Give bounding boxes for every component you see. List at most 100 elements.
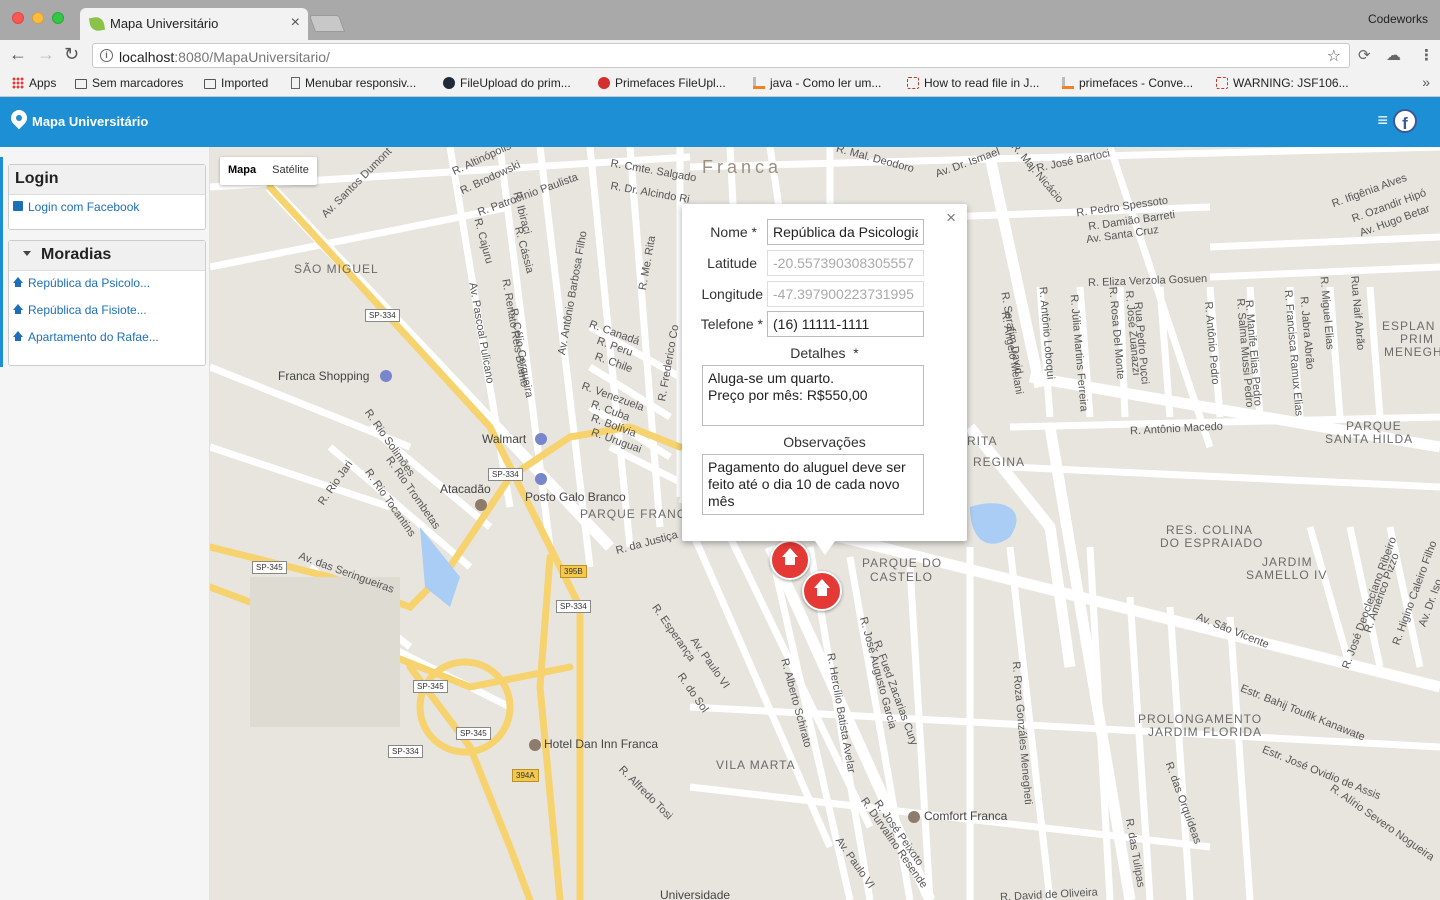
- sync-extension-icon[interactable]: ⟳: [1358, 46, 1371, 64]
- leaf-favicon-icon: [88, 15, 106, 33]
- cloud-extension-icon[interactable]: ☁: [1386, 46, 1401, 64]
- address-bar[interactable]: i localhost:8080/MapaUniversitario/ ☆: [92, 43, 1350, 68]
- route-shield: 395B: [560, 565, 587, 578]
- chrome-menu-icon[interactable]: ⋮: [1419, 46, 1434, 64]
- folder-icon: [204, 79, 216, 89]
- latitude-label: Latitude: [707, 255, 757, 271]
- map-poi-label[interactable]: Comfort Franca: [924, 809, 1007, 823]
- fuel-icon: [535, 473, 547, 485]
- longitude-input: [767, 281, 924, 307]
- browser-toolbar: ← → ↻ i localhost:8080/MapaUniversitario…: [0, 40, 1440, 70]
- moradia-label: Apartamento do Rafae...: [28, 330, 159, 344]
- bookmark-label: Sem marcadores: [92, 76, 184, 90]
- bookmark-label: Imported: [221, 76, 269, 90]
- bookmarks-overflow-icon[interactable]: »: [1422, 74, 1430, 90]
- longitude-row: Longitude: [682, 281, 967, 307]
- bookmark-item[interactable]: Imported: [204, 76, 268, 90]
- nome-input[interactable]: [767, 219, 924, 245]
- bookmark-item[interactable]: java - Como ler um...: [753, 76, 881, 90]
- shopping-icon: [380, 370, 392, 382]
- detalhes-textarea[interactable]: Aluga-se um quarto. Preço por mês: R$550…: [702, 365, 924, 426]
- moradia-link[interactable]: República da Fisiote...: [9, 298, 205, 325]
- map-label-district: JARDIM FLORIDA: [1148, 725, 1263, 739]
- browser-tab-active[interactable]: Mapa Universitário ×: [80, 8, 308, 40]
- map-label-district: ESPLAN: [1382, 319, 1436, 333]
- bookmark-label: java - Como ler um...: [770, 76, 882, 90]
- bookmark-item[interactable]: FileUpload do prim...: [443, 76, 571, 90]
- route-shield: SP-345: [252, 561, 287, 574]
- moradia-label: República da Fisiote...: [28, 303, 147, 317]
- moradia-link[interactable]: República da Psicolo...: [9, 271, 205, 298]
- app-brand[interactable]: Mapa Universitário: [32, 114, 148, 129]
- minimize-window-button[interactable]: [32, 12, 44, 24]
- bookmark-item[interactable]: WARNING: JSF106...: [1216, 76, 1349, 90]
- house-marker-icon[interactable]: [770, 540, 810, 580]
- reload-icon[interactable]: ↻: [64, 44, 79, 64]
- home-icon: [13, 304, 23, 314]
- apps-icon: [12, 77, 24, 89]
- map-poi-label[interactable]: Atacadão: [440, 482, 491, 496]
- moradias-header[interactable]: Moradias: [9, 241, 205, 271]
- route-shield: SP-334: [365, 309, 400, 322]
- map-label-district: SANTA HILDA: [1325, 432, 1414, 446]
- map-poi-label[interactable]: Franca Shopping: [278, 369, 369, 383]
- map-poi-label[interactable]: Posto Galo Branco: [525, 490, 626, 504]
- route-shield: SP-345: [456, 727, 491, 740]
- map-label-city: Franca: [702, 157, 783, 177]
- close-window-button[interactable]: [12, 12, 24, 24]
- map-label-district: VILA MARTA: [716, 758, 796, 772]
- nome-label: Nome *: [710, 224, 757, 240]
- map-poi-label[interactable]: Walmart: [482, 432, 526, 446]
- bookmark-item[interactable]: Apps: [12, 76, 56, 90]
- login-facebook-label: Login com Facebook: [28, 200, 140, 214]
- bookmark-item[interactable]: How to read file in J...: [907, 76, 1039, 90]
- facebook-icon: [13, 201, 23, 211]
- observacoes-textarea[interactable]: Pagamento do aluguel deve ser feito até …: [702, 454, 924, 515]
- bookmark-star-icon[interactable]: ☆: [1327, 46, 1341, 66]
- map-label-district: REGINA: [973, 455, 1026, 469]
- site-info-icon[interactable]: i: [100, 49, 113, 62]
- login-title: Login: [9, 165, 205, 195]
- bookmark-item[interactable]: Menubar responsiv...: [291, 76, 416, 90]
- hamburger-menu-icon[interactable]: ≡: [1377, 110, 1388, 131]
- login-facebook-link[interactable]: Login com Facebook: [9, 195, 205, 222]
- tab-close-icon[interactable]: ×: [291, 14, 300, 32]
- home-icon: [13, 331, 23, 341]
- url-text[interactable]: localhost:8080/MapaUniversitario/: [119, 49, 330, 65]
- new-tab-button[interactable]: [308, 15, 346, 32]
- maximize-window-button[interactable]: [52, 12, 64, 24]
- folder-icon: [75, 79, 87, 89]
- bookmark-label: How to read file in J...: [924, 76, 1040, 90]
- stackoverflow-icon: [753, 77, 765, 89]
- map-type-mapa-button[interactable]: Mapa: [220, 157, 264, 185]
- forward-arrow-icon[interactable]: →: [37, 44, 55, 64]
- latitude-input: [767, 250, 924, 276]
- map-label-district: RES. COLINA: [1166, 523, 1254, 537]
- bookmark-item[interactable]: primefaces - Conve...: [1062, 76, 1193, 90]
- shopping-cart-icon: [535, 433, 547, 445]
- map-label-district: CASTELO: [870, 570, 934, 584]
- map-label-district: RITA: [967, 434, 998, 448]
- bookmark-label: Primefaces FileUpl...: [615, 76, 726, 90]
- detalhes-label: Detalhes *: [790, 345, 859, 361]
- house-marker-icon[interactable]: [802, 571, 842, 611]
- map-poi-label[interactable]: Universidade: [660, 888, 730, 900]
- moradias-panel: Moradias República da Psicolo... Repúbli…: [8, 240, 206, 366]
- route-shield: SP-345: [413, 680, 448, 693]
- map-type-satelite-button[interactable]: Satélite: [264, 157, 317, 185]
- facebook-icon[interactable]: f: [1393, 109, 1417, 133]
- map-poi-label[interactable]: Hotel Dan Inn Franca: [544, 737, 658, 751]
- map-type-control: Mapa Satélite: [220, 157, 317, 185]
- moradia-link[interactable]: Apartamento do Rafae...: [9, 325, 205, 352]
- back-arrow-icon[interactable]: ←: [9, 44, 27, 64]
- bookmark-label: primefaces - Conve...: [1079, 76, 1194, 90]
- moradias-title: Moradias: [41, 246, 112, 263]
- route-shield: SP-334: [488, 468, 523, 481]
- latitude-row: Latitude: [682, 250, 967, 276]
- profile-name[interactable]: Codeworks: [1368, 12, 1428, 26]
- telefone-input[interactable]: [767, 311, 924, 337]
- bookmark-item[interactable]: Sem marcadores: [75, 76, 183, 90]
- map-label-district: SÃO MIGUEL: [294, 262, 379, 276]
- info-window-tail: [815, 541, 835, 555]
- bookmark-item[interactable]: Primefaces FileUpl...: [598, 76, 726, 90]
